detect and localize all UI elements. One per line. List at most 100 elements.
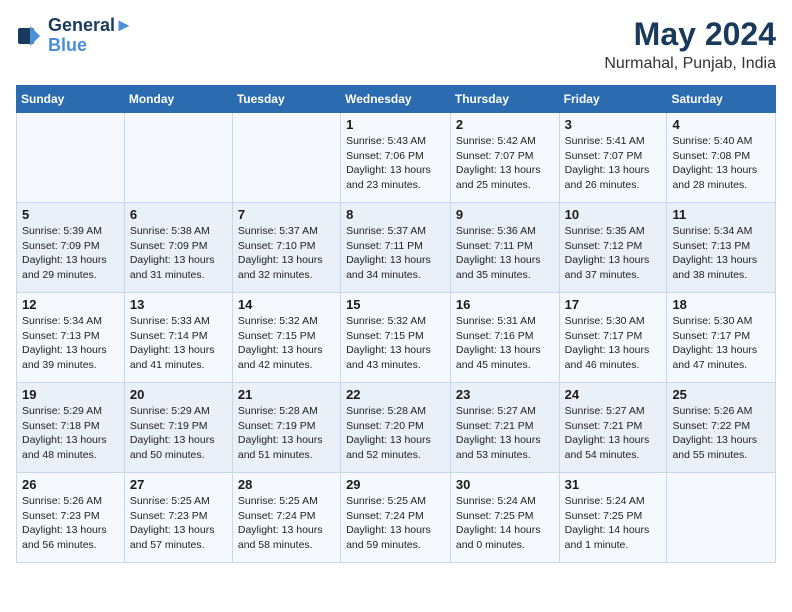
day-cell-2-2: 14Sunrise: 5:32 AM Sunset: 7:15 PM Dayli… bbox=[232, 293, 340, 383]
day-number: 27 bbox=[130, 477, 227, 492]
day-number: 2 bbox=[456, 117, 554, 132]
day-cell-0-2 bbox=[232, 113, 340, 203]
day-number: 29 bbox=[346, 477, 445, 492]
header-wednesday: Wednesday bbox=[341, 86, 451, 113]
day-cell-3-1: 20 Sunrise: 5:29 AM Sunset: 7:19 PM Dayli… bbox=[124, 383, 232, 473]
day-cell-3-4: 23 Sunrise: 5:27 AM Sunset: 7:21 PM Dayli… bbox=[450, 383, 559, 473]
day-info: Sunrise: 5:25 AM Sunset: 7:23 PM Dayligh… bbox=[130, 494, 227, 553]
day-cell-2-0: 12 Sunrise: 5:34 AM Sunset: 7:13 PM Dayli… bbox=[17, 293, 125, 383]
day-number: 16 bbox=[456, 297, 554, 312]
day-info: Sunrise: 5:37 AM Sunset: 7:10 PM Dayligh… bbox=[238, 224, 335, 283]
day-info: Sunrise: 5:30 AM Sunset: 7:17 PM Dayligh… bbox=[565, 314, 662, 373]
header-tuesday: Tuesday bbox=[232, 86, 340, 113]
day-cell-4-3: 29 Sunrise: 5:25 AM Sunset: 7:24 PM Dayli… bbox=[341, 473, 451, 563]
day-number: 25 bbox=[672, 387, 770, 402]
day-number: 18 bbox=[672, 297, 770, 312]
day-info: Sunrise: 5:33 AM Sunset: 7:14 PM Dayligh… bbox=[130, 314, 227, 373]
day-number: 7 bbox=[238, 207, 335, 222]
day-info: Sunrise: 5:25 AM Sunset: 7:24 PM Dayligh… bbox=[238, 494, 335, 553]
day-info: Sunrise: 5:27 AM Sunset: 7:21 PM Dayligh… bbox=[456, 404, 554, 463]
week-row-1: 1 Sunrise: 5:43 AM Sunset: 7:06 PM Daylig… bbox=[17, 113, 776, 203]
day-cell-2-3: 15 Sunrise: 5:32 AM Sunset: 7:15 PM Dayli… bbox=[341, 293, 451, 383]
day-info: Sunrise: 5:31 AM Sunset: 7:16 PM Dayligh… bbox=[456, 314, 554, 373]
day-info: Sunrise: 5:25 AM Sunset: 7:24 PM Dayligh… bbox=[346, 494, 445, 553]
calendar-header-row: Sunday Monday Tuesday Wednesday Thursday… bbox=[17, 86, 776, 113]
day-cell-4-0: 26Sunrise: 5:26 AM Sunset: 7:23 PM Dayli… bbox=[17, 473, 125, 563]
day-cell-1-4: 9Sunrise: 5:36 AM Sunset: 7:11 PM Daylig… bbox=[450, 203, 559, 293]
day-cell-3-5: 24 Sunrise: 5:27 AM Sunset: 7:21 PM Dayli… bbox=[559, 383, 667, 473]
day-number: 30 bbox=[456, 477, 554, 492]
day-number: 21 bbox=[238, 387, 335, 402]
title-area: May 2024 Nurmahal, Punjab, India bbox=[604, 16, 776, 73]
day-info: Sunrise: 5:30 AM Sunset: 7:17 PM Dayligh… bbox=[672, 314, 770, 373]
day-cell-4-1: 27 Sunrise: 5:25 AM Sunset: 7:23 PM Dayli… bbox=[124, 473, 232, 563]
logo: General► Blue bbox=[16, 16, 133, 56]
day-number: 14 bbox=[238, 297, 335, 312]
day-number: 6 bbox=[130, 207, 227, 222]
day-number: 23 bbox=[456, 387, 554, 402]
day-info: Sunrise: 5:24 AM Sunset: 7:25 PM Dayligh… bbox=[456, 494, 554, 553]
day-cell-3-6: 25 Sunrise: 5:26 AM Sunset: 7:22 PM Dayli… bbox=[667, 383, 776, 473]
day-info: Sunrise: 5:40 AM Sunset: 7:08 PM Dayligh… bbox=[672, 134, 770, 193]
day-cell-1-0: 5 Sunrise: 5:39 AM Sunset: 7:09 PM Daylig… bbox=[17, 203, 125, 293]
day-cell-2-4: 16 Sunrise: 5:31 AM Sunset: 7:16 PM Dayli… bbox=[450, 293, 559, 383]
day-info: Sunrise: 5:29 AM Sunset: 7:18 PM Dayligh… bbox=[22, 404, 119, 463]
day-number: 22 bbox=[346, 387, 445, 402]
day-info: Sunrise: 5:32 AM Sunset: 7:15 PM Dayligh… bbox=[346, 314, 445, 373]
day-info: Sunrise: 5:28 AM Sunset: 7:20 PM Dayligh… bbox=[346, 404, 445, 463]
day-number: 4 bbox=[672, 117, 770, 132]
day-info: Sunrise: 5:41 AM Sunset: 7:07 PM Dayligh… bbox=[565, 134, 662, 193]
day-cell-0-5: 3 Sunrise: 5:41 AM Sunset: 7:07 PM Daylig… bbox=[559, 113, 667, 203]
day-cell-1-6: 11 Sunrise: 5:34 AM Sunset: 7:13 PM Dayli… bbox=[667, 203, 776, 293]
day-info: Sunrise: 5:34 AM Sunset: 7:13 PM Dayligh… bbox=[672, 224, 770, 283]
day-info: Sunrise: 5:29 AM Sunset: 7:19 PM Dayligh… bbox=[130, 404, 227, 463]
day-number: 1 bbox=[346, 117, 445, 132]
header-sunday: Sunday bbox=[17, 86, 125, 113]
day-number: 11 bbox=[672, 207, 770, 222]
day-cell-0-1 bbox=[124, 113, 232, 203]
day-cell-0-3: 1 Sunrise: 5:43 AM Sunset: 7:06 PM Daylig… bbox=[341, 113, 451, 203]
day-number: 20 bbox=[130, 387, 227, 402]
day-cell-1-1: 6Sunrise: 5:38 AM Sunset: 7:09 PM Daylig… bbox=[124, 203, 232, 293]
day-cell-3-2: 21Sunrise: 5:28 AM Sunset: 7:19 PM Dayli… bbox=[232, 383, 340, 473]
day-cell-4-4: 30 Sunrise: 5:24 AM Sunset: 7:25 PM Dayli… bbox=[450, 473, 559, 563]
day-info: Sunrise: 5:34 AM Sunset: 7:13 PM Dayligh… bbox=[22, 314, 119, 373]
day-number: 5 bbox=[22, 207, 119, 222]
day-number: 8 bbox=[346, 207, 445, 222]
day-info: Sunrise: 5:43 AM Sunset: 7:06 PM Dayligh… bbox=[346, 134, 445, 193]
day-cell-4-5: 31Sunrise: 5:24 AM Sunset: 7:25 PM Dayli… bbox=[559, 473, 667, 563]
day-info: Sunrise: 5:37 AM Sunset: 7:11 PM Dayligh… bbox=[346, 224, 445, 283]
day-cell-1-3: 8 Sunrise: 5:37 AM Sunset: 7:11 PM Daylig… bbox=[341, 203, 451, 293]
day-number: 19 bbox=[22, 387, 119, 402]
header-saturday: Saturday bbox=[667, 86, 776, 113]
day-cell-3-3: 22 Sunrise: 5:28 AM Sunset: 7:20 PM Dayli… bbox=[341, 383, 451, 473]
day-number: 12 bbox=[22, 297, 119, 312]
header-thursday: Thursday bbox=[450, 86, 559, 113]
day-number: 13 bbox=[130, 297, 227, 312]
day-number: 17 bbox=[565, 297, 662, 312]
day-info: Sunrise: 5:27 AM Sunset: 7:21 PM Dayligh… bbox=[565, 404, 662, 463]
day-cell-0-6: 4 Sunrise: 5:40 AM Sunset: 7:08 PM Daylig… bbox=[667, 113, 776, 203]
day-number: 31 bbox=[565, 477, 662, 492]
header: General► Blue May 2024 Nurmahal, Punjab,… bbox=[16, 16, 776, 73]
day-info: Sunrise: 5:39 AM Sunset: 7:09 PM Dayligh… bbox=[22, 224, 119, 283]
day-number: 15 bbox=[346, 297, 445, 312]
week-row-2: 5 Sunrise: 5:39 AM Sunset: 7:09 PM Daylig… bbox=[17, 203, 776, 293]
day-cell-3-0: 19 Sunrise: 5:29 AM Sunset: 7:18 PM Dayli… bbox=[17, 383, 125, 473]
day-cell-2-5: 17 Sunrise: 5:30 AM Sunset: 7:17 PM Dayli… bbox=[559, 293, 667, 383]
calendar-table: Sunday Monday Tuesday Wednesday Thursday… bbox=[16, 85, 776, 563]
week-row-3: 12 Sunrise: 5:34 AM Sunset: 7:13 PM Dayli… bbox=[17, 293, 776, 383]
day-cell-4-2: 28Sunrise: 5:25 AM Sunset: 7:24 PM Dayli… bbox=[232, 473, 340, 563]
day-number: 24 bbox=[565, 387, 662, 402]
day-number: 3 bbox=[565, 117, 662, 132]
location-subtitle: Nurmahal, Punjab, India bbox=[604, 55, 776, 73]
day-cell-2-6: 18 Sunrise: 5:30 AM Sunset: 7:17 PM Dayli… bbox=[667, 293, 776, 383]
week-row-4: 19 Sunrise: 5:29 AM Sunset: 7:18 PM Dayli… bbox=[17, 383, 776, 473]
day-cell-4-6 bbox=[667, 473, 776, 563]
week-row-5: 26Sunrise: 5:26 AM Sunset: 7:23 PM Dayli… bbox=[17, 473, 776, 563]
day-info: Sunrise: 5:26 AM Sunset: 7:23 PM Dayligh… bbox=[22, 494, 119, 553]
day-number: 10 bbox=[565, 207, 662, 222]
day-number: 9 bbox=[456, 207, 554, 222]
day-info: Sunrise: 5:26 AM Sunset: 7:22 PM Dayligh… bbox=[672, 404, 770, 463]
day-cell-2-1: 13 Sunrise: 5:33 AM Sunset: 7:14 PM Dayli… bbox=[124, 293, 232, 383]
